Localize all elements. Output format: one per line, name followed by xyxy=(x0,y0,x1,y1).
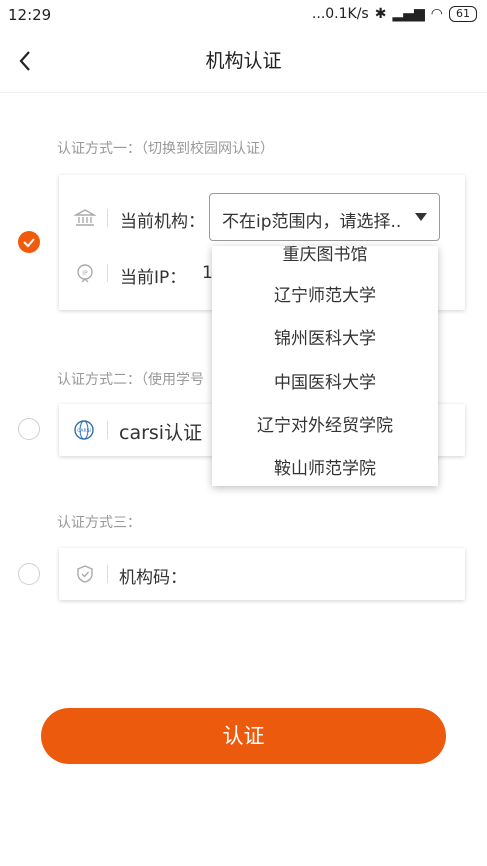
submit-button[interactable]: 认证 xyxy=(41,708,446,764)
status-icons: ...0.1K/s ✱ ▂▄▆ ◠ 61 xyxy=(312,6,477,22)
carsi-logo-icon: CARSI xyxy=(74,420,94,440)
shield-icon xyxy=(77,565,93,583)
check-icon xyxy=(23,238,35,248)
select-value: 不在ip范围内，请选择.. xyxy=(222,212,402,232)
institution-select[interactable]: 不在ip范围内，请选择.. xyxy=(209,193,440,241)
method2-label: 认证方式二：（使用学号 xyxy=(57,372,204,388)
dropdown-option[interactable]: 重庆图书馆 xyxy=(212,246,438,265)
institution-label: 当前机构： xyxy=(120,212,205,232)
dropdown-option[interactable]: 锦州医科大学 xyxy=(212,324,438,349)
method1-label: 认证方式一：（切换到校园网认证） xyxy=(57,141,274,157)
method3-card[interactable]: 机构码： xyxy=(59,548,465,600)
divider xyxy=(107,565,108,583)
page-title: 机构认证 xyxy=(205,50,282,72)
dropdown-option[interactable]: 中国医科大学 xyxy=(212,368,438,393)
nav-divider xyxy=(0,92,487,93)
bank-icon xyxy=(74,209,96,226)
institution-dropdown[interactable]: 重庆图书馆 辽宁师范大学 锦州医科大学 中国医科大学 辽宁对外经贸学院 鞍山师范… xyxy=(212,246,438,486)
method1-radio[interactable] xyxy=(18,231,40,253)
dropdown-option[interactable]: 辽宁师范大学 xyxy=(212,281,438,306)
svg-text:IP: IP xyxy=(82,270,88,277)
dropdown-option[interactable]: 鞍山师范学院 xyxy=(212,454,438,479)
method2-radio[interactable] xyxy=(18,418,40,440)
ip-label: 当前IP： xyxy=(120,268,187,288)
network-speed: ...0.1K/s xyxy=(311,6,369,22)
battery-icon: 61 xyxy=(449,6,477,22)
dropdown-option[interactable]: 辽宁对外经贸学院 xyxy=(212,411,438,436)
divider xyxy=(107,209,108,227)
carsi-label: carsi认证 xyxy=(119,422,203,444)
status-time: 12:29 xyxy=(8,6,52,24)
ip-icon: IP xyxy=(77,264,93,283)
wifi-icon: ◠ xyxy=(430,6,443,22)
bluetooth-icon: ✱ xyxy=(374,6,387,22)
method3-label: 认证方式三： xyxy=(57,515,141,531)
method3-radio[interactable] xyxy=(18,563,40,585)
caret-down-icon xyxy=(415,213,427,221)
carsi-logo-text: CARSI xyxy=(77,428,91,434)
signal-icon: ▂▄▆ xyxy=(392,6,425,22)
code-label: 机构码： xyxy=(119,568,187,588)
divider xyxy=(107,264,108,282)
divider xyxy=(107,421,108,439)
